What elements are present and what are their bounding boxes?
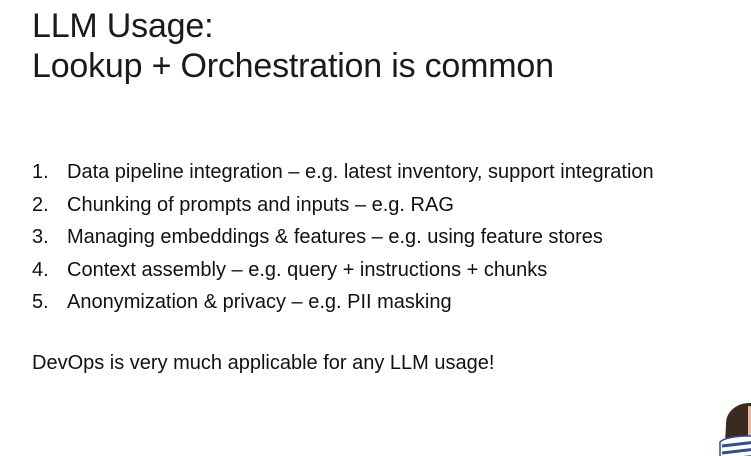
list-item-text: Managing embeddings & features – e.g. us…	[67, 226, 603, 248]
list-item-number: 4.	[32, 258, 49, 281]
bullet-list: 1. Data pipeline integration – e.g. late…	[32, 156, 654, 319]
list-item-text: Data pipeline integration – e.g. latest …	[67, 161, 654, 183]
list-item-text: Chunking of prompts and inputs – e.g. RA…	[67, 193, 454, 216]
list-item-text: Anonymization & privacy – e.g. PII maski…	[67, 291, 452, 313]
list-item: 3. Managing embeddings & features – e.g.…	[32, 221, 654, 254]
list-item: 2. Chunking of prompts and inputs – e.g.…	[32, 189, 654, 222]
presenter-avatar-icon	[719, 403, 751, 456]
slide-title: LLM Usage: Lookup + Orchestration is com…	[32, 6, 554, 86]
list-item-number: 2.	[32, 193, 49, 216]
slide-title-line-1: LLM Usage:	[32, 7, 214, 45]
list-item: 1. Data pipeline integration – e.g. late…	[32, 156, 654, 189]
list-item-text: Context assembly – e.g. query + instruct…	[67, 258, 548, 281]
list-item-number: 1.	[32, 161, 49, 183]
list-item: 5. Anonymization & privacy – e.g. PII ma…	[32, 286, 654, 319]
list-item-number: 3.	[32, 226, 49, 248]
slide-footer-note: DevOps is very much applicable for any L…	[32, 352, 495, 374]
slide-title-line-2: Lookup + Orchestration is common	[32, 47, 554, 85]
list-item: 4. Context assembly – e.g. query + instr…	[32, 254, 654, 287]
list-item-number: 5.	[32, 291, 49, 313]
slide: LLM Usage: Lookup + Orchestration is com…	[0, 0, 751, 456]
